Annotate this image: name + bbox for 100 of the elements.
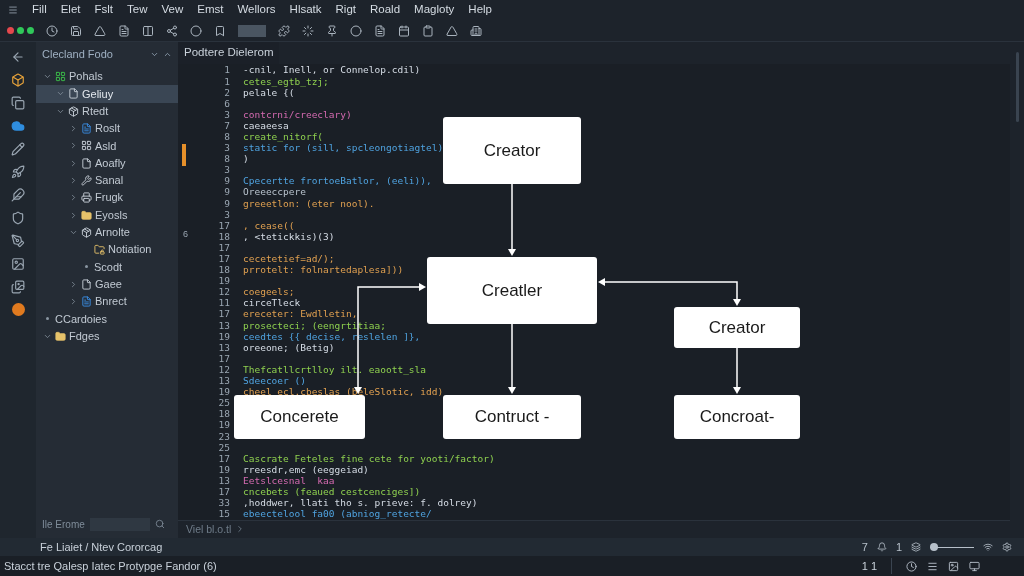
feather-icon[interactable] — [11, 188, 25, 202]
grid-icon — [81, 140, 92, 152]
tree-item[interactable]: CCardoies — [36, 310, 178, 328]
share-icon[interactable] — [166, 24, 178, 37]
change-marker — [182, 144, 186, 166]
toolbar-field[interactable] — [238, 24, 266, 37]
clock-icon[interactable] — [906, 560, 917, 572]
code-line: contcrni/creeclary) — [243, 107, 352, 122]
circle-icon[interactable] — [350, 24, 362, 37]
loader-icon[interactable] — [302, 24, 314, 37]
cursor-position: 1 1 — [861, 557, 892, 575]
avatar-icon[interactable] — [11, 303, 25, 316]
code-line: ebeectelool fa00 (abniog_retecte/ — [243, 508, 432, 522]
line-indicator: 1 — [895, 539, 902, 555]
search-icon[interactable] — [154, 519, 165, 529]
menu-item[interactable]: Wellors — [237, 1, 276, 19]
shield-icon[interactable] — [11, 211, 25, 225]
tree-item[interactable]: Rtedt — [36, 102, 178, 120]
menu-item[interactable]: Help — [468, 1, 492, 19]
tree-item[interactable]: Frugk — [36, 189, 178, 207]
tree-item[interactable]: Arnolte — [36, 223, 178, 241]
circle-icon[interactable] — [190, 24, 202, 37]
image-icon[interactable] — [11, 257, 25, 271]
menu-item[interactable]: Vew — [161, 1, 184, 19]
line-number: 25 — [217, 396, 231, 410]
line-number: 12 — [217, 285, 231, 299]
diagram-node: Concroat- — [674, 395, 800, 439]
tree-item[interactable]: Aoafly — [36, 154, 178, 172]
bell-icon[interactable] — [876, 542, 887, 552]
folder-icon — [55, 330, 66, 342]
line-number: 17 — [217, 252, 231, 266]
signal-icon[interactable] — [983, 542, 993, 552]
rocket-icon[interactable] — [11, 165, 25, 179]
triangle-icon[interactable] — [446, 24, 458, 37]
menu-item[interactable]: Magloty — [414, 1, 455, 19]
layers-icon[interactable] — [911, 542, 921, 552]
code-line: pelale {( — [243, 86, 295, 100]
tree-item[interactable]: Geliuy — [36, 85, 178, 103]
diagram-node: Creator — [674, 307, 800, 348]
code-line: Sdeecoer () — [243, 375, 306, 388]
copy-icon[interactable] — [11, 96, 25, 110]
slider-thumb[interactable] — [930, 543, 939, 551]
cloud-icon[interactable] — [11, 119, 25, 133]
image-icon[interactable] — [948, 560, 959, 572]
menu-item[interactable]: Roald — [370, 1, 401, 19]
status-message: Stacct tre Qalesp Iatec Protypge Fandor (6) — [4, 558, 218, 574]
tree-item[interactable]: Asld — [36, 137, 178, 155]
clock-icon[interactable] — [46, 24, 58, 37]
menu-item[interactable]: Fslt — [94, 1, 114, 19]
menu-item[interactable]: Rigt — [335, 1, 356, 19]
back-arrow-icon[interactable] — [11, 50, 25, 64]
pin-icon[interactable] — [326, 24, 338, 37]
monitor-icon[interactable] — [969, 560, 980, 572]
document-icon[interactable] — [374, 24, 386, 37]
tree-item[interactable]: Pohals — [36, 68, 178, 86]
code-line: ) — [243, 152, 249, 167]
line-number: 9 — [223, 174, 231, 188]
arrow — [508, 323, 516, 394]
building-icon[interactable] — [470, 24, 482, 37]
menu-item[interactable]: Fill — [32, 1, 47, 19]
package-icon — [68, 105, 79, 117]
tree-item[interactable]: Gaee — [36, 275, 178, 293]
search-label: Ile Erome — [42, 517, 85, 532]
pen-icon[interactable] — [11, 234, 25, 248]
menu-item[interactable]: Tew — [127, 1, 148, 19]
line-number: 8 — [223, 130, 231, 144]
puzzle-icon[interactable] — [278, 24, 290, 37]
box-icon[interactable] — [11, 73, 25, 87]
package-icon — [81, 226, 92, 238]
zoom-slider[interactable] — [930, 543, 974, 551]
save-icon[interactable] — [70, 24, 82, 37]
file-icon — [81, 278, 92, 290]
settings-icon[interactable] — [1002, 542, 1012, 552]
code-line: caeaeesa — [243, 119, 289, 133]
tree-item[interactable]: Scodt — [36, 258, 178, 276]
images-icon[interactable] — [11, 280, 25, 294]
menu-item[interactable]: Hlsatk — [289, 1, 322, 19]
menu-icon[interactable] — [927, 560, 938, 572]
sidebar-status: Fe Liaiet / Ntev Cororcag — [39, 539, 164, 555]
columns-icon[interactable] — [142, 24, 154, 37]
bookmark-icon[interactable] — [214, 24, 226, 37]
menu-item[interactable]: Emst — [197, 1, 224, 19]
command-prompt[interactable]: Viel bl.o.tl — [186, 521, 232, 538]
line-number: 19 — [217, 274, 231, 288]
pencil-icon[interactable] — [11, 142, 25, 156]
triangle-icon[interactable] — [94, 24, 106, 37]
line-number: 8 — [223, 152, 231, 166]
menu-item[interactable]: Elet — [60, 1, 81, 19]
tree-item[interactable]: Bnrect — [36, 292, 178, 311]
document-icon[interactable] — [118, 24, 130, 37]
tree-item[interactable]: Roslt — [36, 119, 178, 138]
clipboard-icon[interactable] — [422, 24, 434, 37]
tree-item[interactable]: Fdges — [36, 327, 178, 345]
tree-item[interactable]: Notiation — [36, 240, 178, 259]
diagram-node: Creator — [443, 117, 581, 184]
tree-item[interactable]: Eyosls — [36, 206, 178, 224]
line-number: 13 — [217, 374, 231, 388]
diagram-node: Creatler — [427, 257, 597, 324]
tree-item[interactable]: Sanal — [36, 171, 178, 190]
calendar-icon[interactable] — [398, 24, 410, 37]
